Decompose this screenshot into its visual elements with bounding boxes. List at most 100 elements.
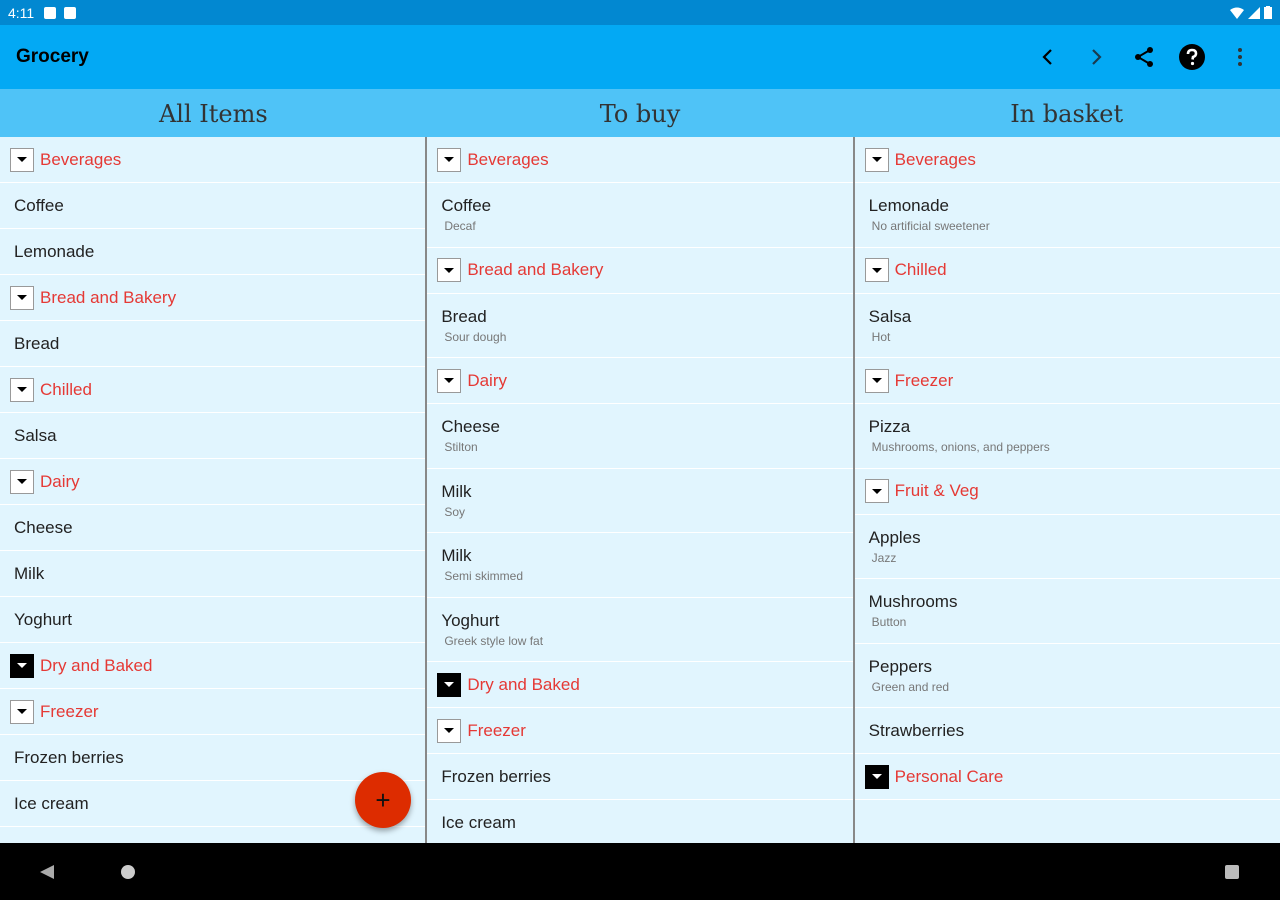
category-row[interactable]: Chilled (854, 248, 1280, 294)
expand-toggle-icon[interactable] (10, 147, 34, 172)
expand-toggle-icon[interactable] (437, 147, 462, 172)
list-item[interactable]: Salsa Hot (854, 294, 1280, 358)
list-item[interactable]: Frozen berries (427, 754, 853, 800)
item-name: Yoghurt (441, 610, 500, 630)
column-all-items[interactable]: Beverages Coffee Lemonade Bread and Bakery B… (0, 137, 426, 843)
category-row[interactable]: Dairy (0, 459, 426, 505)
list-item[interactable]: Cheese (0, 505, 426, 551)
item-name: Pizza (868, 417, 911, 437)
nav-home-icon[interactable] (121, 865, 135, 879)
item-name: Peppers (868, 656, 932, 676)
category-row[interactable]: Dairy (427, 358, 853, 404)
expand-toggle-icon[interactable] (10, 699, 34, 724)
list-item[interactable]: Coffee Decaf (427, 183, 853, 248)
item-name: Frozen berries (441, 766, 551, 786)
category-row[interactable]: Chilled (0, 367, 426, 413)
expand-toggle-icon[interactable] (864, 258, 889, 282)
share-button[interactable] (1120, 33, 1168, 81)
app-bar-actions (1024, 33, 1264, 81)
item-name: Coffee (14, 195, 64, 215)
expand-toggle-icon[interactable] (437, 672, 462, 697)
add-item-button[interactable]: + (355, 772, 411, 828)
item-name: Salsa (14, 425, 57, 445)
category-label: Chilled (894, 260, 947, 279)
column-header-in-basket: In basket (1010, 100, 1124, 128)
signal-icon (1248, 6, 1260, 19)
list-item[interactable]: Milk Semi skimmed (427, 533, 853, 598)
category-label: Bread and Bakery (40, 287, 177, 307)
item-name: Milk (14, 563, 45, 583)
column-to-buy[interactable]: Beverages Coffee Decaf Bread and Bakery Brea… (427, 137, 853, 843)
expand-toggle-icon[interactable] (864, 147, 889, 172)
item-name: Apples (868, 527, 921, 547)
item-name: Frozen berries (14, 747, 124, 767)
column-header-all-items: All Items (158, 100, 268, 128)
expand-toggle-icon[interactable] (10, 653, 34, 678)
expand-toggle-icon[interactable] (10, 469, 34, 494)
expand-toggle-icon[interactable] (437, 718, 462, 743)
next-button[interactable] (1072, 33, 1120, 81)
category-row[interactable]: Beverages (854, 137, 1280, 183)
category-row[interactable]: Bread and Bakery (427, 248, 853, 294)
list-item[interactable]: Strawberries (854, 708, 1280, 754)
more-options-button[interactable] (1216, 33, 1264, 81)
list-item[interactable]: Yoghurt (0, 597, 426, 643)
category-row[interactable]: Bread and Bakery (0, 275, 426, 321)
item-note: Button (871, 615, 907, 630)
list-item[interactable]: Coffee (0, 183, 426, 229)
expand-toggle-icon[interactable] (437, 368, 462, 393)
list-item[interactable]: Apples Jazz (854, 515, 1280, 579)
list-item[interactable]: Peppers Green and red (854, 644, 1280, 708)
category-row[interactable]: Freezer (854, 358, 1280, 404)
previous-button[interactable] (1024, 33, 1072, 81)
category-row[interactable]: Beverages (0, 137, 426, 183)
list-item[interactable]: Salsa (0, 413, 426, 459)
item-note: Greek style low fat (444, 633, 544, 648)
category-row[interactable]: Dry and Baked (427, 662, 853, 708)
category-row[interactable]: Dry and Baked (0, 643, 426, 689)
list-item[interactable]: Cheese Stilton (427, 404, 853, 469)
expand-toggle-icon[interactable] (864, 368, 889, 393)
list-item[interactable]: Frozen berries (0, 735, 426, 781)
item-note: Stilton (444, 440, 478, 455)
expand-toggle-icon[interactable] (10, 377, 34, 402)
expand-toggle-icon[interactable] (10, 285, 34, 310)
list-columns: Beverages Coffee Lemonade Bread and Bakery B… (0, 137, 1280, 843)
item-name: Strawberries (868, 720, 965, 740)
column-in-basket[interactable]: Beverages Lemonade No artificial sweetener… (854, 137, 1280, 843)
list-item[interactable]: Mushrooms Button (854, 579, 1280, 644)
help-button[interactable] (1168, 33, 1216, 81)
category-row[interactable]: Freezer (0, 689, 426, 735)
app-title: Grocery (16, 46, 89, 67)
list-item[interactable]: Bread Sour dough (427, 294, 853, 358)
item-note: Hot (871, 329, 891, 344)
list-item[interactable]: Bread (0, 321, 426, 367)
nav-back-icon[interactable] (40, 865, 54, 879)
category-label: Dry and Baked (467, 674, 580, 694)
nav-recents-icon[interactable] (1225, 865, 1239, 879)
expand-toggle-icon[interactable] (864, 764, 889, 789)
item-note: Semi skimmed (444, 569, 524, 584)
item-name: Ice cream (14, 793, 89, 813)
category-row[interactable]: Personal Care (854, 754, 1280, 800)
list-item[interactable]: Milk Soy (427, 469, 853, 533)
category-label: Dairy (40, 471, 80, 491)
category-row[interactable]: Beverages (427, 137, 853, 183)
list-item[interactable]: Ice cream (427, 800, 852, 843)
item-note: Soy (444, 504, 466, 519)
expand-toggle-icon[interactable] (437, 258, 462, 282)
category-label: Fruit & Veg (894, 481, 979, 500)
item-name: Bread (14, 333, 60, 353)
item-name: Ice cream (441, 812, 516, 832)
list-item[interactable]: Lemonade No artificial sweetener (854, 183, 1280, 248)
list-item[interactable]: Yoghurt Greek style low fat (427, 598, 853, 662)
category-row[interactable]: Fruit & Veg (854, 469, 1280, 515)
notification-icon (44, 6, 57, 19)
list-item[interactable]: Milk (0, 551, 426, 597)
category-row[interactable]: Freezer (427, 708, 853, 754)
expand-toggle-icon[interactable] (864, 479, 889, 503)
category-label: Dry and Baked (40, 655, 153, 675)
list-item[interactable]: Lemonade (0, 229, 426, 275)
item-note: No artificial sweetener (871, 219, 990, 234)
list-item[interactable]: Pizza Mushrooms, onions, and peppers (854, 404, 1280, 469)
